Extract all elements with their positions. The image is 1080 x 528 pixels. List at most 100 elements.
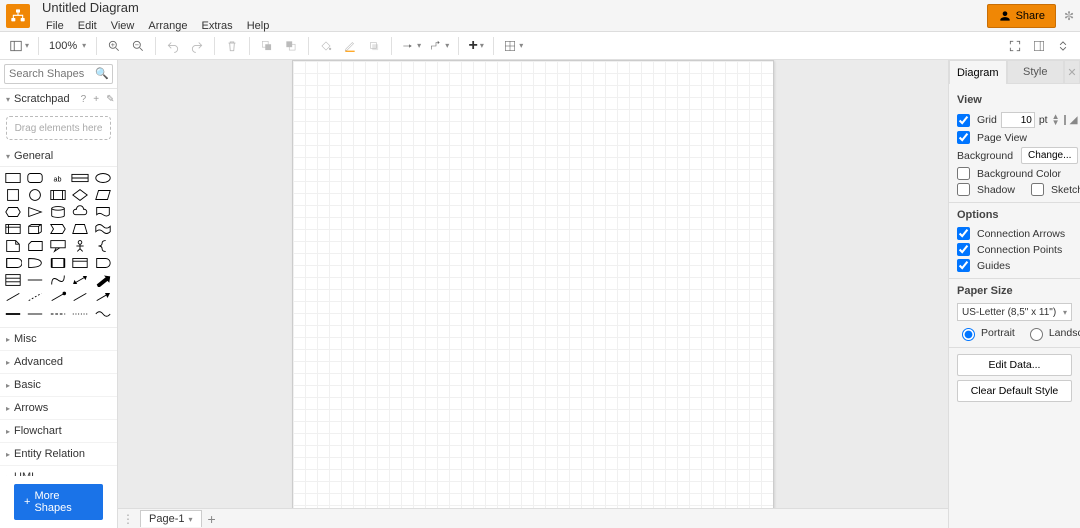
menu-arrange[interactable]: Arrange: [142, 18, 193, 34]
to-back-button[interactable]: [280, 35, 302, 57]
menu-edit[interactable]: Edit: [72, 18, 103, 34]
shape-callout[interactable]: [49, 239, 67, 253]
category-basic[interactable]: Basic: [0, 374, 117, 397]
shape-card[interactable]: [26, 239, 44, 253]
page-tab-1[interactable]: Page-1 ▾: [140, 510, 202, 527]
grid-step-down[interactable]: ▼: [1052, 120, 1060, 126]
help-icon[interactable]: ?: [81, 94, 87, 105]
shape-document[interactable]: [94, 205, 112, 219]
line-color-button[interactable]: [339, 35, 361, 57]
scratchpad-header[interactable]: ▾ Scratchpad ? + ✎ ✕: [0, 89, 117, 110]
edit-data-button[interactable]: Edit Data...: [957, 354, 1072, 376]
diagram-page[interactable]: [292, 60, 774, 510]
undo-button[interactable]: [162, 35, 184, 57]
category-advanced[interactable]: Advanced: [0, 351, 117, 374]
scratchpad-dropzone[interactable]: Drag elements here: [6, 116, 111, 140]
category-entity-relation[interactable]: Entity Relation: [0, 443, 117, 466]
to-front-button[interactable]: [256, 35, 278, 57]
add-icon[interactable]: +: [93, 94, 99, 105]
shape-hexagon[interactable]: [4, 205, 22, 219]
shadow-button[interactable]: [363, 35, 385, 57]
conn-points-checkbox[interactable]: [957, 243, 970, 256]
insert-dropdown[interactable]: +: [465, 35, 487, 57]
category-misc[interactable]: Misc: [0, 328, 117, 351]
shape-arrow-thick[interactable]: [94, 273, 112, 287]
clear-style-button[interactable]: Clear Default Style: [957, 380, 1072, 402]
shape-rounded-rect[interactable]: [26, 171, 44, 185]
portrait-radio[interactable]: [962, 328, 975, 341]
guides-checkbox[interactable]: [957, 259, 970, 272]
shape-actor[interactable]: [71, 239, 89, 253]
shape-diamond[interactable]: [71, 188, 89, 202]
shape-delay[interactable]: [94, 256, 112, 270]
shape-thin-line[interactable]: [26, 307, 44, 321]
shape-dashed-line[interactable]: [26, 290, 44, 304]
tab-style[interactable]: Style: [1007, 60, 1065, 84]
grid-checkbox[interactable]: [957, 114, 970, 127]
shape-or[interactable]: [4, 256, 22, 270]
shape-hline[interactable]: [26, 273, 44, 287]
conn-arrows-checkbox[interactable]: [957, 227, 970, 240]
portrait-radio-label[interactable]: Portrait: [957, 325, 1015, 341]
bgcolor-checkbox[interactable]: [957, 167, 970, 180]
share-button[interactable]: Share: [987, 4, 1056, 28]
shape-tape[interactable]: [94, 222, 112, 236]
shape-link[interactable]: [4, 307, 22, 321]
redo-button[interactable]: [186, 35, 208, 57]
shape-circle[interactable]: [26, 188, 44, 202]
zoom-out-button[interactable]: [127, 35, 149, 57]
category-uml[interactable]: UML: [0, 466, 117, 476]
shape-curly-brace[interactable]: [94, 239, 112, 253]
landscape-radio-label[interactable]: Landscape: [1025, 325, 1080, 341]
shape-cube[interactable]: [26, 222, 44, 236]
shape-parallelogram[interactable]: [94, 188, 112, 202]
shape-directional[interactable]: [94, 290, 112, 304]
tab-diagram[interactable]: Diagram: [949, 60, 1007, 84]
add-page-button[interactable]: +: [208, 511, 216, 527]
grid-size-input[interactable]: [1001, 112, 1035, 128]
collapse-button[interactable]: [1052, 35, 1074, 57]
more-shapes-button[interactable]: + More Shapes: [14, 484, 103, 520]
change-background-button[interactable]: Change...: [1021, 147, 1078, 164]
shape-triangle[interactable]: [26, 205, 44, 219]
shadow-checkbox[interactable]: [957, 183, 970, 196]
menu-help[interactable]: Help: [241, 18, 276, 34]
shape-internal-storage[interactable]: [4, 222, 22, 236]
shape-dash-edge[interactable]: [49, 307, 67, 321]
shape-text[interactable]: ab: [49, 171, 67, 185]
canvas-scroll[interactable]: [118, 60, 948, 510]
connection-dropdown[interactable]: [398, 35, 424, 57]
close-panel-button[interactable]: ✕: [1064, 60, 1080, 84]
document-title[interactable]: Untitled Diagram: [40, 0, 987, 17]
shape-note[interactable]: [4, 239, 22, 253]
shape-trapezoid[interactable]: [71, 222, 89, 236]
landscape-radio[interactable]: [1030, 328, 1043, 341]
shape-curve[interactable]: [49, 273, 67, 287]
shape-step[interactable]: [49, 222, 67, 236]
category-arrows[interactable]: Arrows: [0, 397, 117, 420]
sketch-checkbox[interactable]: [1031, 183, 1044, 196]
shape-data-store[interactable]: [49, 256, 67, 270]
shape-arrow-bi[interactable]: [71, 273, 89, 287]
zoom-dropdown[interactable]: 100%: [45, 40, 90, 52]
menu-view[interactable]: View: [105, 18, 141, 34]
shape-ellipse[interactable]: [94, 171, 112, 185]
settings-icon[interactable]: ✼: [1064, 9, 1074, 23]
fill-color-button[interactable]: [315, 35, 337, 57]
category-flowchart[interactable]: Flowchart: [0, 420, 117, 443]
shape-rect[interactable]: [4, 171, 22, 185]
grid-color-picker-icon[interactable]: ◢: [1070, 114, 1078, 126]
tab-drag-handle[interactable]: ⋮: [122, 512, 134, 526]
shape-process[interactable]: [49, 188, 67, 202]
shape-textbox[interactable]: [71, 171, 89, 185]
shape-container[interactable]: [71, 256, 89, 270]
shape-connector[interactable]: [71, 290, 89, 304]
format-panel-button[interactable]: [1028, 35, 1050, 57]
shape-line[interactable]: [4, 290, 22, 304]
shape-dotted-edge[interactable]: [71, 307, 89, 321]
shape-and[interactable]: [26, 256, 44, 270]
edit-icon[interactable]: ✎: [106, 94, 114, 105]
general-header[interactable]: ▾ General: [0, 146, 117, 167]
fullscreen-button[interactable]: [1004, 35, 1026, 57]
shape-cloud[interactable]: [71, 205, 89, 219]
